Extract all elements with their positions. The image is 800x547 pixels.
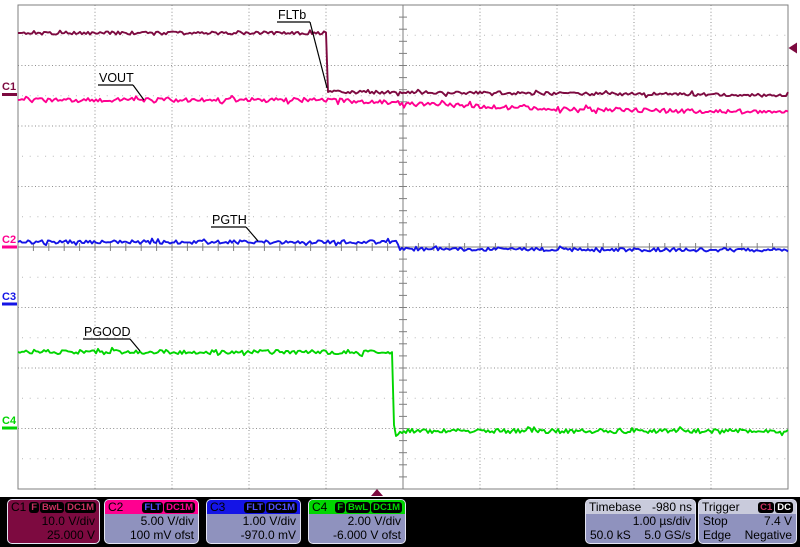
trigger-title: Trigger — [702, 499, 740, 514]
badge-dc1m: DC1M — [371, 501, 402, 513]
trigger-level: 7.4 V — [763, 514, 792, 528]
trigger-slope: Negative — [744, 528, 792, 542]
badge-flt: FLT — [244, 501, 266, 513]
svg-text:C1: C1 — [2, 81, 16, 93]
channel-c4-vdiv: 2.00 V/div — [347, 514, 401, 528]
channel-box-c3-header: C3 FLT DC1M — [207, 500, 300, 514]
channel-c4-badges: F BwL DC1M — [335, 501, 402, 513]
timebase-per-div: 1.00 µs/div — [632, 514, 691, 528]
channel-c2-badges: FLT DC1M — [142, 501, 195, 513]
channel-box-c2-header: C2 FLT DC1M — [105, 500, 198, 514]
badge-dc1m: DC1M — [65, 501, 96, 513]
trigger-badges: C1 DC — [758, 501, 793, 513]
badge-dc1m: DC1M — [266, 501, 297, 513]
trigger-mode-row: Stop 7.4 V — [699, 514, 796, 528]
timebase-box[interactable]: Timebase -980 ns 1.00 µs/div 50.0 kS 5.0… — [585, 499, 696, 544]
oscilloscope-screen: C1 C2 C3 C4 FLTb VOUT PGTH PGOOD C1 F BwL DC1M 10… — [0, 0, 800, 547]
channel-box-c1-header: C1 F BwL DC1M — [8, 500, 99, 514]
channel-box-c4-header: C4 F BwL DC1M — [309, 500, 405, 514]
timebase-title: Timebase — [589, 499, 642, 514]
trigger-type-row: Edge Negative — [699, 528, 796, 542]
channel-c1-badges: F BwL DC1M — [29, 501, 96, 513]
channel-label-c4: C4 — [312, 499, 328, 514]
badge-flt: FLT — [142, 501, 164, 513]
badge-dc: DC — [775, 501, 793, 513]
trace-label-vout: VOUT — [98, 71, 145, 101]
channel-c1-vdiv: 10.0 V/div — [41, 514, 95, 528]
channel-marker-c3[interactable]: C3 — [2, 291, 17, 306]
trigger-time-marker[interactable] — [371, 489, 383, 496]
trigger-box[interactable]: Trigger C1 DC Stop 7.4 V Edge Negative — [698, 499, 797, 544]
timebase-header: Timebase -980 ns — [586, 500, 695, 514]
trigger-header: Trigger C1 DC — [699, 500, 796, 514]
channel-marker-c2[interactable]: C2 — [2, 234, 17, 249]
channel-c3-badges: FLT DC1M — [244, 501, 297, 513]
svg-text:PGTH: PGTH — [212, 213, 247, 227]
timebase-samples: 50.0 kS — [590, 528, 631, 542]
badge-f: F — [335, 501, 346, 513]
waveform-display[interactable]: C1 C2 C3 C4 FLTb VOUT PGTH PGOOD — [0, 0, 800, 497]
channel-c2-vdiv: 5.00 V/div — [140, 514, 194, 528]
channel-box-c3[interactable]: C3 FLT DC1M 1.00 V/div -970.0 mV — [206, 499, 301, 544]
svg-text:FLTb: FLTb — [278, 8, 306, 22]
channel-c3-offset: -970.0 mV — [240, 528, 296, 542]
svg-text:C4: C4 — [2, 415, 17, 427]
badge-bwl: BwL — [346, 501, 371, 513]
channel-c4-offset: -6.000 V ofst — [332, 528, 401, 542]
channel-label-c2: C2 — [108, 499, 124, 514]
svg-text:PGOOD: PGOOD — [84, 325, 131, 339]
timebase-sampling-row: 50.0 kS 5.0 GS/s — [586, 528, 695, 542]
svg-text:VOUT: VOUT — [99, 71, 134, 85]
trigger-level-marker[interactable] — [788, 42, 798, 54]
svg-text:C2: C2 — [2, 234, 16, 246]
channel-label-c3: C3 — [210, 499, 226, 514]
channel-c1-offset: 25.000 V — [46, 528, 95, 542]
channel-marker-c1[interactable]: C1 — [2, 81, 17, 96]
trigger-type: Edge — [703, 528, 732, 542]
channel-marker-c4[interactable]: C4 — [2, 415, 17, 430]
status-bar: C1 F BwL DC1M 10.0 V/div 25.000 V C2 FLT DC… — [0, 497, 800, 547]
channel-box-c1[interactable]: C1 F BwL DC1M 10.0 V/div 25.000 V — [7, 499, 100, 544]
badge-f: F — [29, 501, 40, 513]
trace-label-fltb: FLTb — [277, 8, 328, 89]
channel-c3-vdiv: 1.00 V/div — [242, 514, 296, 528]
trigger-mode: Stop — [703, 514, 728, 528]
timebase-delay: -980 ns — [651, 499, 692, 514]
channel-label-c1: C1 — [11, 499, 27, 514]
channel-c2-offset: 100 mV ofst — [129, 528, 194, 542]
badge-dc1m: DC1M — [164, 501, 195, 513]
badge-c1: C1 — [758, 501, 775, 513]
svg-text:C3: C3 — [2, 291, 16, 303]
channel-box-c4[interactable]: C4 F BwL DC1M 2.00 V/div -6.000 V ofst — [308, 499, 406, 544]
trace-label-pgth: PGTH — [211, 213, 259, 242]
timebase-rate: 5.0 GS/s — [644, 528, 691, 542]
badge-bwl: BwL — [40, 501, 65, 513]
channel-box-c2[interactable]: C2 FLT DC1M 5.00 V/div 100 mV ofst — [104, 499, 199, 544]
